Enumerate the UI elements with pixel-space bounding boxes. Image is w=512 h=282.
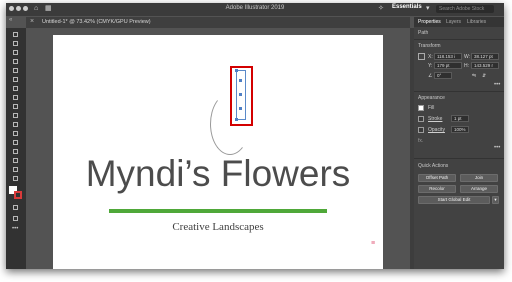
close-icon[interactable]: × [30,18,34,25]
fx-button[interactable]: fx. [418,138,423,144]
divider [414,39,504,40]
flip-horizontal-icon[interactable]: ⇋ [472,73,476,79]
document-tab-label: Untitled-1* @ 73.42% (CMYK/GPU Preview) [42,19,151,25]
logo-text[interactable]: Myndi’s Flowers [53,154,383,194]
blend-tool-icon[interactable] [10,139,22,146]
panel-tabs: Properties Layers Libraries [414,17,504,27]
w-label: W: [464,54,471,60]
h-label: H: [464,63,469,69]
reference-point-icon[interactable] [418,53,425,60]
symbol-tool-icon[interactable] [10,148,22,155]
stroke-label[interactable]: Stroke [428,116,442,122]
h-field[interactable]: 143.529 r [471,62,499,69]
scale-tool-icon[interactable] [10,112,22,119]
divider [414,158,504,159]
zoom-tool-icon[interactable] [10,175,22,182]
recolor-button[interactable]: Recolor [418,185,456,193]
arrange-button[interactable]: Arrange [460,185,498,193]
rotate-tool-icon[interactable] [10,94,22,101]
transform-heading: Transform [418,43,441,49]
fill-swatch-icon[interactable] [418,105,424,111]
direct-selection-tool-icon[interactable] [10,40,22,47]
anchor-point[interactable] [239,93,242,96]
screen-mode-icon[interactable] [10,215,22,222]
properties-panel: Properties Layers Libraries Path Transfo… [414,17,504,269]
edit-toolbar-button[interactable]: ••• [12,226,18,232]
tagline-text[interactable]: Creative Landscapes [53,221,383,233]
title-bar: ⌂ ▦ Adobe Illustrator 2019 ✧ Essentials … [6,3,504,16]
tab-properties[interactable]: Properties [418,19,441,25]
rotate-field[interactable]: 0° [434,72,452,79]
fill-label[interactable]: Fill [428,105,434,111]
opacity-field[interactable]: 100% [451,126,469,133]
tab-libraries[interactable]: Libraries [467,19,486,25]
overflow-icon: ≡ [371,240,376,247]
toolbar-collapse-button[interactable]: « [9,17,12,23]
artboard[interactable]: Myndi’s Flowers Creative Landscapes ≡ [53,35,383,269]
type-tool-icon[interactable] [10,85,22,92]
width-tool-icon[interactable] [10,121,22,128]
appearance-heading: Appearance [418,95,445,101]
flip-vertical-icon[interactable]: ⇵ [482,73,486,79]
x-label: X: [428,54,433,60]
rectangle-tool-icon[interactable] [10,67,22,74]
brush-tool-icon[interactable] [10,76,22,83]
x-field[interactable]: 118.153 i [434,53,462,60]
transform-more-button[interactable]: ••• [494,82,500,88]
stroke-weight-field[interactable]: 1 pt [451,115,469,122]
accent-line[interactable] [109,209,327,213]
eyedropper-tool-icon[interactable] [10,130,22,137]
stroke-swatch-icon[interactable] [418,116,424,122]
canvas-area[interactable]: Myndi’s Flowers Creative Landscapes ≡ [26,28,410,269]
rotate-icon: ∠ [428,73,433,79]
anchor-point[interactable] [235,118,238,121]
pen-tool-icon[interactable] [10,49,22,56]
app-window: ⌂ ▦ Adobe Illustrator 2019 ✧ Essentials … [6,3,504,269]
artboard-tool-icon[interactable] [10,157,22,164]
tab-layers[interactable]: Layers [446,19,461,25]
hand-tool-icon[interactable] [10,166,22,173]
chevron-down-icon[interactable]: ▾ [426,5,430,13]
appearance-more-button[interactable]: ••• [494,145,500,151]
selection-type-label: Path [418,30,429,36]
anchor-point[interactable] [235,69,238,72]
opacity-label[interactable]: Opacity [428,127,445,133]
stock-search-input[interactable]: Search Adobe Stock [436,5,494,13]
curvature-tool-icon[interactable] [10,58,22,65]
join-button[interactable]: Join [460,174,498,182]
eraser-tool-icon[interactable] [10,103,22,110]
y-label: Y: [428,63,433,69]
y-field[interactable]: 179 pt [434,62,462,69]
divider [414,91,504,92]
start-global-edit-button[interactable]: Start Global Edit [418,196,490,204]
w-field[interactable]: 38.127 pt [471,53,499,60]
offset-path-button[interactable]: Offset Path [418,174,456,182]
selection-tool-icon[interactable] [10,31,22,38]
anchor-point[interactable] [239,79,242,82]
workspace-switcher[interactable]: Essentials [392,4,422,10]
anchor-point[interactable] [239,107,242,110]
lightbulb-icon[interactable]: ✧ [378,5,384,13]
global-edit-options-button[interactable]: ▾ [492,196,499,204]
opacity-icon [418,127,424,133]
tools-panel: ••• [6,28,26,269]
document-tab[interactable]: × Untitled-1* @ 73.42% (CMYK/GPU Preview… [26,17,410,28]
quick-actions-heading: Quick Actions [418,163,449,169]
stroke-swatch[interactable] [14,191,22,199]
draw-mode-icon[interactable] [10,204,22,211]
